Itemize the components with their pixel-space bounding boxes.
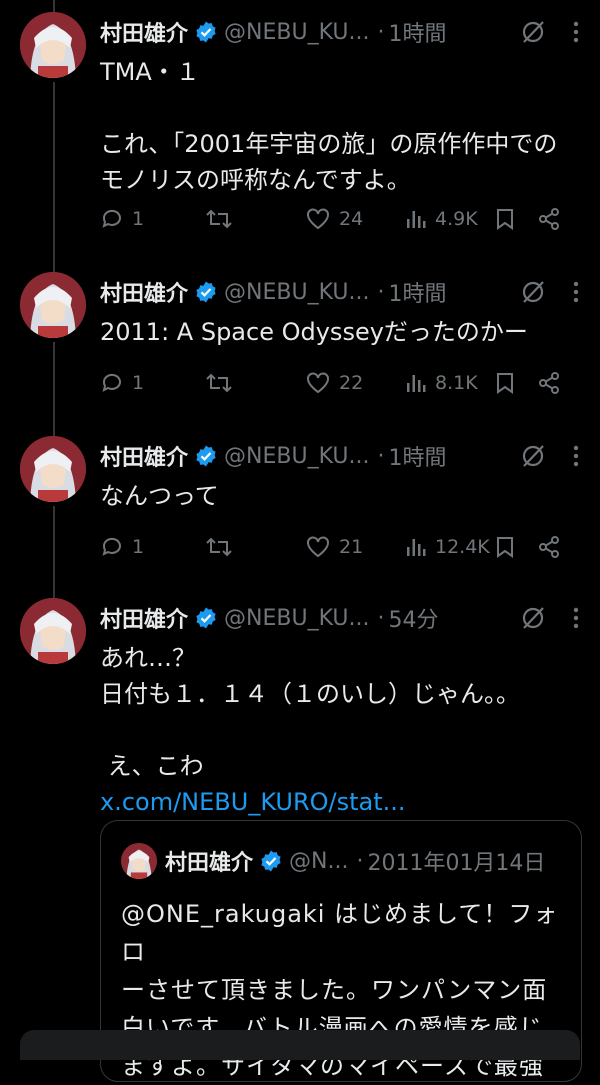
more-vertical-icon[interactable]: [572, 607, 580, 629]
display-name[interactable]: 村田雄介: [100, 276, 188, 308]
handle[interactable]: @N...: [289, 849, 348, 874]
muted-slash-icon[interactable]: [520, 19, 546, 45]
handle[interactable]: @NEBU_KU...: [224, 280, 369, 305]
retweet-icon: [206, 209, 232, 229]
more-vertical-icon[interactable]: [572, 21, 580, 43]
like-button[interactable]: 24: [305, 207, 405, 231]
avatar[interactable]: [121, 843, 157, 879]
display-name[interactable]: 村田雄介: [100, 602, 188, 634]
share-button[interactable]: [537, 535, 561, 559]
muted-slash-icon[interactable]: [520, 443, 546, 469]
more-vertical-icon[interactable]: [572, 281, 580, 303]
tweet-text: あれ…？ 日付も１．１４（１のいし）じゃん。。 え、こわ: [100, 644, 520, 780]
tweet-text: なんつって: [100, 482, 219, 510]
display-name[interactable]: 村田雄介: [165, 845, 253, 877]
tweet-text: TMA・１ これ、「2001年宇宙の旅」の原作作中での モノリスの呼称なんですよ…: [100, 58, 558, 194]
verified-badge-icon: [196, 21, 216, 43]
bar-chart-icon: [407, 539, 426, 556]
handle[interactable]: @NEBU_KU...: [224, 606, 369, 631]
thread-line-4: [53, 506, 55, 598]
like-count: 21: [339, 536, 364, 558]
avatar[interactable]: [20, 12, 86, 78]
reply-button[interactable]: 1: [100, 535, 205, 559]
avatar[interactable]: [20, 272, 86, 338]
display-name[interactable]: 村田雄介: [100, 440, 188, 472]
reply-button[interactable]: 1: [100, 371, 205, 395]
views-button[interactable]: 12.4K: [405, 535, 495, 559]
view-count: 4.9K: [435, 208, 478, 230]
like-button[interactable]: 21: [305, 535, 405, 559]
retweet-button[interactable]: [205, 535, 305, 559]
reply-bubble-icon: [102, 209, 121, 228]
separator-dot: ·: [356, 848, 364, 874]
bookmark-icon: [497, 537, 513, 558]
tweet-link[interactable]: x.com/NEBU_KURO/stat...: [100, 784, 580, 820]
action-bar: 1 22 8.1K: [100, 366, 580, 400]
separator-dot: ·: [377, 443, 385, 469]
thread-line-1: [53, 0, 55, 12]
verified-badge-icon: [196, 607, 216, 629]
retweet-button[interactable]: [205, 371, 305, 395]
thread-line-2: [53, 82, 55, 272]
more-vertical-icon[interactable]: [572, 445, 580, 467]
bar-chart-icon: [407, 375, 426, 392]
timestamp[interactable]: 1時間: [389, 16, 447, 48]
reply-bubble-icon: [102, 373, 121, 392]
reply-count: 1: [132, 536, 145, 558]
separator-dot: ·: [377, 279, 385, 305]
timestamp[interactable]: 54分: [389, 602, 439, 634]
reply-bubble-icon: [102, 537, 121, 556]
bar-chart-icon: [407, 211, 426, 228]
avatar[interactable]: [20, 598, 86, 664]
like-button[interactable]: 22: [305, 371, 405, 395]
like-count: 22: [339, 372, 364, 394]
views-button[interactable]: 4.9K: [405, 207, 495, 231]
separator-dot: ·: [377, 19, 385, 45]
bookmark-button[interactable]: [495, 535, 537, 559]
action-bar: 1 24 4.9K: [100, 202, 580, 236]
handle[interactable]: @NEBU_KU...: [224, 444, 369, 469]
share-icon: [539, 536, 559, 558]
reply-button[interactable]: 1: [100, 207, 205, 231]
heart-icon: [307, 536, 329, 558]
muted-slash-icon[interactable]: [520, 279, 546, 305]
thread-line-3: [53, 342, 55, 436]
bookmark-button[interactable]: [495, 371, 537, 395]
bottom-sheet-handle: [20, 1030, 580, 1060]
view-count: 12.4K: [435, 536, 490, 558]
display-name[interactable]: 村田雄介: [100, 16, 188, 48]
retweet-icon: [206, 373, 232, 393]
like-count: 24: [339, 208, 364, 230]
avatar[interactable]: [20, 436, 86, 502]
retweet-button[interactable]: [205, 207, 305, 231]
heart-icon: [307, 372, 329, 394]
verified-badge-icon: [196, 281, 216, 303]
timestamp[interactable]: 1時間: [389, 276, 447, 308]
timestamp[interactable]: 1時間: [389, 440, 447, 472]
bookmark-button[interactable]: [495, 207, 537, 231]
view-count: 8.1K: [435, 372, 478, 394]
action-bar: 1 21 12.4K: [100, 530, 580, 564]
tweet-text: 2011: A Space Odysseyだったのかー: [100, 318, 528, 346]
heart-icon: [307, 208, 329, 230]
separator-dot: ·: [377, 605, 385, 631]
share-icon: [539, 372, 559, 394]
views-button[interactable]: 8.1K: [405, 371, 495, 395]
bookmark-icon: [497, 373, 513, 394]
share-button[interactable]: [537, 371, 561, 395]
verified-badge-icon: [261, 850, 281, 872]
reply-count: 1: [132, 208, 145, 230]
bookmark-icon: [497, 209, 513, 230]
share-icon: [539, 208, 559, 230]
verified-badge-icon: [196, 445, 216, 467]
timestamp: 2011年01月14日: [367, 851, 546, 876]
retweet-icon: [206, 537, 232, 557]
share-button[interactable]: [537, 207, 561, 231]
muted-slash-icon[interactable]: [520, 605, 546, 631]
reply-count: 1: [132, 372, 145, 394]
handle[interactable]: @NEBU_KU...: [224, 20, 369, 45]
